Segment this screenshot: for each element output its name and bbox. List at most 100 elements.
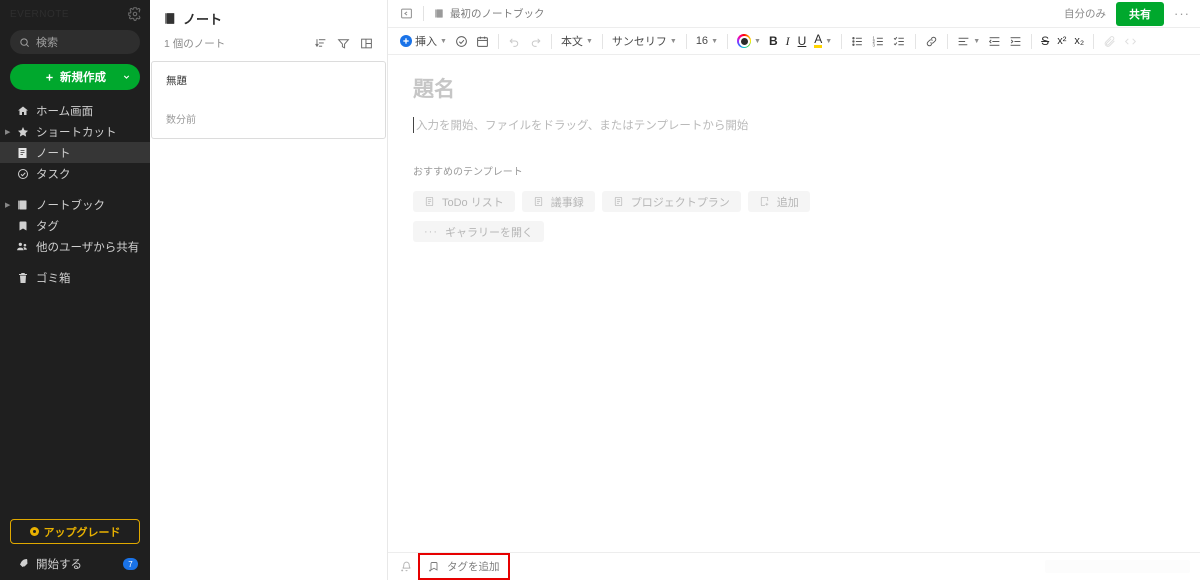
template-project-plan-button[interactable]: プロジェクトプラン bbox=[601, 191, 741, 212]
sidebar-item-label: ゴミ箱 bbox=[36, 272, 71, 285]
note-list-header: ノート 1 個のノート bbox=[150, 0, 387, 51]
chevron-down-icon: ▼ bbox=[754, 37, 761, 45]
text-color-button[interactable]: ▼ bbox=[733, 28, 765, 54]
insert-label: 挿入 bbox=[415, 36, 437, 48]
sidebar-item-notes[interactable]: ノート bbox=[0, 142, 150, 163]
note-body-placeholder[interactable]: 入力を開始、ファイルをドラッグ、またはテンプレートから開始 bbox=[413, 117, 1200, 133]
template-buttons: ToDo リスト 議事録 プロジェクトプラン 追加 ··· ギャラリーを開く bbox=[413, 191, 1200, 242]
link-button[interactable] bbox=[921, 28, 942, 54]
undo-icon bbox=[508, 35, 521, 48]
template-minutes-button[interactable]: 議事録 bbox=[521, 191, 595, 212]
note-list-title-row: ノート bbox=[164, 9, 373, 28]
sidebar-divider bbox=[0, 257, 150, 267]
chevron-down-icon: ▼ bbox=[711, 37, 718, 45]
ellipsis-icon: ··· bbox=[424, 225, 438, 238]
sidebar-header: EVERNOTE bbox=[0, 0, 150, 28]
sidebar-item-notebooks[interactable]: ▶ ノートブック bbox=[0, 194, 150, 215]
superscript-button[interactable]: x² bbox=[1053, 28, 1070, 54]
filter-icon[interactable] bbox=[337, 37, 350, 50]
insert-button[interactable]: 挿入 ▼ bbox=[396, 28, 451, 54]
template-doc-icon bbox=[424, 196, 435, 207]
template-label: 追加 bbox=[776, 196, 799, 209]
sidebar-item-trash[interactable]: ゴミ箱 bbox=[0, 267, 150, 288]
gear-icon[interactable] bbox=[128, 7, 142, 21]
italic-button[interactable]: I bbox=[782, 28, 794, 54]
breadcrumb[interactable]: 最初のノートブック bbox=[434, 6, 545, 21]
strikethrough-label: S bbox=[1041, 34, 1050, 48]
open-gallery-button[interactable]: ··· ギャラリーを開く bbox=[413, 221, 544, 242]
plus-icon bbox=[44, 72, 55, 83]
sidebar-item-label: ホーム画面 bbox=[36, 105, 94, 118]
chevron-down-icon[interactable] bbox=[122, 73, 131, 82]
underline-button[interactable]: U bbox=[794, 28, 811, 54]
new-note-button[interactable]: 新規作成 bbox=[10, 64, 140, 90]
sidebar-item-tags[interactable]: タグ bbox=[0, 215, 150, 236]
chevron-right-icon[interactable]: ▶ bbox=[5, 128, 10, 136]
template-todo-button[interactable]: ToDo リスト bbox=[413, 191, 515, 212]
font-family-select[interactable]: サンセリフ ▼ bbox=[608, 28, 681, 54]
note-icon bbox=[164, 12, 177, 25]
template-add-button[interactable]: 追加 bbox=[747, 191, 810, 212]
note-editor-body[interactable]: 題名 入力を開始、ファイルをドラッグ、またはテンプレートから開始 おすすめのテン… bbox=[388, 55, 1200, 552]
chevron-down-icon: ▼ bbox=[585, 37, 593, 45]
paragraph-style-select[interactable]: 本文 ▼ bbox=[557, 28, 597, 54]
chevron-right-icon[interactable]: ▶ bbox=[5, 201, 10, 209]
sidebar-item-shortcuts[interactable]: ▶ ショートカット bbox=[0, 121, 150, 142]
bulleted-list-button[interactable] bbox=[847, 28, 868, 54]
list-item[interactable]: 無題 数分前 bbox=[151, 61, 386, 139]
bold-button[interactable]: B bbox=[765, 28, 782, 54]
numbered-list-button[interactable]: 123 bbox=[868, 28, 889, 54]
divider bbox=[423, 6, 424, 21]
task-check-icon bbox=[16, 167, 29, 180]
note-count-label: 1 個のノート bbox=[164, 38, 226, 50]
sort-icon[interactable] bbox=[314, 37, 327, 50]
sidebar-item-tasks[interactable]: タスク bbox=[0, 163, 150, 184]
highlight-button[interactable]: A ▼ bbox=[810, 28, 836, 54]
note-title-input[interactable]: 題名 bbox=[413, 73, 1200, 103]
align-button[interactable]: ▼ bbox=[953, 28, 984, 54]
divider bbox=[841, 33, 843, 49]
code-button[interactable] bbox=[1120, 28, 1141, 54]
upgrade-label: アップグレード bbox=[43, 526, 121, 539]
star-icon bbox=[16, 125, 29, 138]
sidebar-divider bbox=[0, 184, 150, 194]
template-row-2: ··· ギャラリーを開く bbox=[413, 221, 1200, 242]
chevron-down-icon: ▼ bbox=[825, 37, 833, 45]
font-size-select[interactable]: 16 ▼ bbox=[692, 28, 722, 54]
template-label: ギャラリーを開く bbox=[445, 226, 533, 239]
tag-add-wrapper: タグを追加 bbox=[418, 553, 510, 580]
view-layout-icon[interactable] bbox=[360, 37, 373, 50]
link-icon bbox=[925, 35, 938, 48]
expand-panel-icon[interactable] bbox=[400, 7, 413, 20]
strikethrough-button[interactable]: S bbox=[1037, 28, 1053, 54]
numbered-list-icon: 123 bbox=[872, 35, 885, 48]
upgrade-button[interactable]: アップグレード bbox=[10, 519, 140, 544]
redo-icon bbox=[529, 35, 542, 48]
sidebar-item-home[interactable]: ホーム画面 bbox=[0, 100, 150, 121]
editor-topbar-left: 最初のノートブック bbox=[400, 6, 545, 21]
share-button[interactable]: 共有 bbox=[1116, 1, 1164, 26]
get-started-button[interactable]: 開始する 7 bbox=[10, 556, 140, 572]
sidebar-item-label: 他のユーザから共有 bbox=[36, 241, 140, 254]
note-icon bbox=[16, 146, 29, 159]
search-input[interactable]: 検索 bbox=[10, 30, 140, 54]
undo-button[interactable] bbox=[504, 28, 525, 54]
divider bbox=[497, 33, 499, 49]
formatting-toolbar: 挿入 ▼ 本文 ▼ サンセリフ ▼ 16 ▼ ▼ B I U A ▼ 1 2 3… bbox=[388, 28, 1200, 55]
add-tag-button[interactable]: タグを追加 bbox=[421, 557, 507, 576]
editor-panel: 最初のノートブック 自分のみ 共有 ··· 挿入 ▼ 本文 ▼ サンセリフ ▼ … bbox=[388, 0, 1200, 580]
more-options-icon[interactable]: ··· bbox=[1174, 6, 1190, 21]
underline-label: U bbox=[797, 34, 807, 48]
editor-bottombar: タグを追加 bbox=[388, 552, 1200, 580]
checklist-button[interactable] bbox=[889, 28, 910, 54]
template-doc-icon bbox=[613, 196, 624, 207]
calendar-button[interactable] bbox=[472, 28, 493, 54]
outdent-button[interactable] bbox=[984, 28, 1005, 54]
redo-button[interactable] bbox=[525, 28, 546, 54]
task-button[interactable] bbox=[451, 28, 472, 54]
bell-reminder-icon[interactable] bbox=[400, 560, 413, 573]
attachment-button[interactable] bbox=[1099, 28, 1120, 54]
subscript-button[interactable]: x₂ bbox=[1070, 28, 1088, 54]
indent-button[interactable] bbox=[1005, 28, 1026, 54]
sidebar-item-shared[interactable]: 他のユーザから共有 bbox=[0, 236, 150, 257]
